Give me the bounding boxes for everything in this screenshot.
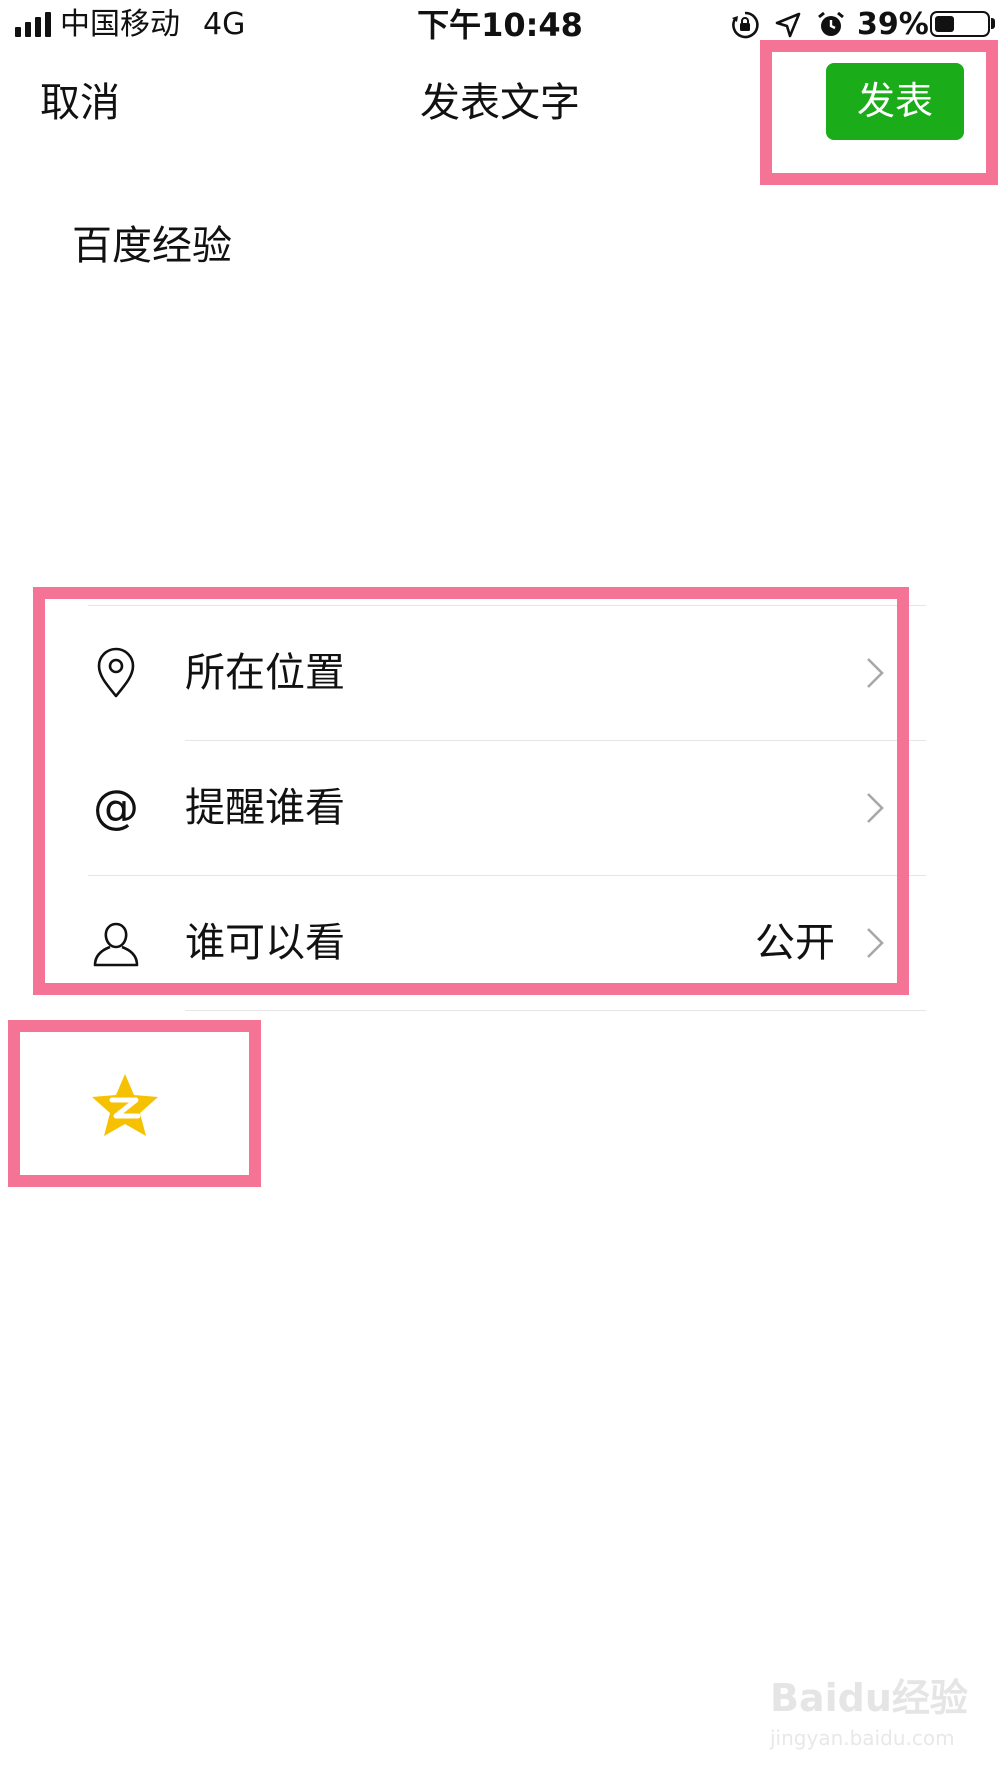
baidu-watermark-url: jingyan.baidu.com bbox=[770, 1726, 955, 1750]
battery-percent: 39% bbox=[857, 7, 929, 42]
option-value-visibility: 公开 bbox=[755, 920, 835, 966]
post-text-input[interactable]: 百度经验 bbox=[72, 218, 232, 274]
svg-text:@: @ bbox=[93, 782, 139, 834]
status-icons bbox=[730, 8, 846, 42]
orientation-lock-icon bbox=[732, 11, 759, 39]
location-arrow-icon bbox=[775, 12, 801, 38]
option-label-location: 所在位置 bbox=[185, 650, 345, 696]
chevron-right-icon bbox=[867, 928, 884, 958]
publish-button[interactable]: 发表 bbox=[826, 63, 964, 140]
option-location[interactable]: 所在位置 bbox=[0, 605, 1000, 740]
option-mention[interactable]: @ 提醒谁看 bbox=[0, 740, 1000, 875]
location-pin-icon bbox=[97, 647, 135, 698]
status-bar: 中国移动 4G 下午10:48 39% bbox=[0, 0, 1000, 50]
at-icon: @ bbox=[93, 782, 139, 834]
qzone-star-icon[interactable] bbox=[90, 1072, 160, 1138]
battery-icon bbox=[930, 11, 990, 37]
person-icon bbox=[93, 922, 139, 967]
alarm-icon bbox=[818, 11, 844, 36]
battery-tip bbox=[991, 18, 995, 29]
status-time: 下午10:48 bbox=[417, 6, 583, 44]
option-visibility[interactable]: 谁可以看 公开 bbox=[0, 875, 1000, 1010]
option-label-visibility: 谁可以看 bbox=[185, 920, 345, 966]
chevron-right-icon bbox=[867, 793, 884, 823]
battery-level-fill bbox=[935, 16, 954, 32]
chevron-right-icon bbox=[867, 658, 884, 688]
list-bottom-divider bbox=[185, 1010, 926, 1011]
option-label-mention: 提醒谁看 bbox=[185, 785, 345, 831]
baidu-watermark: Baidu经验 bbox=[770, 1676, 968, 1720]
